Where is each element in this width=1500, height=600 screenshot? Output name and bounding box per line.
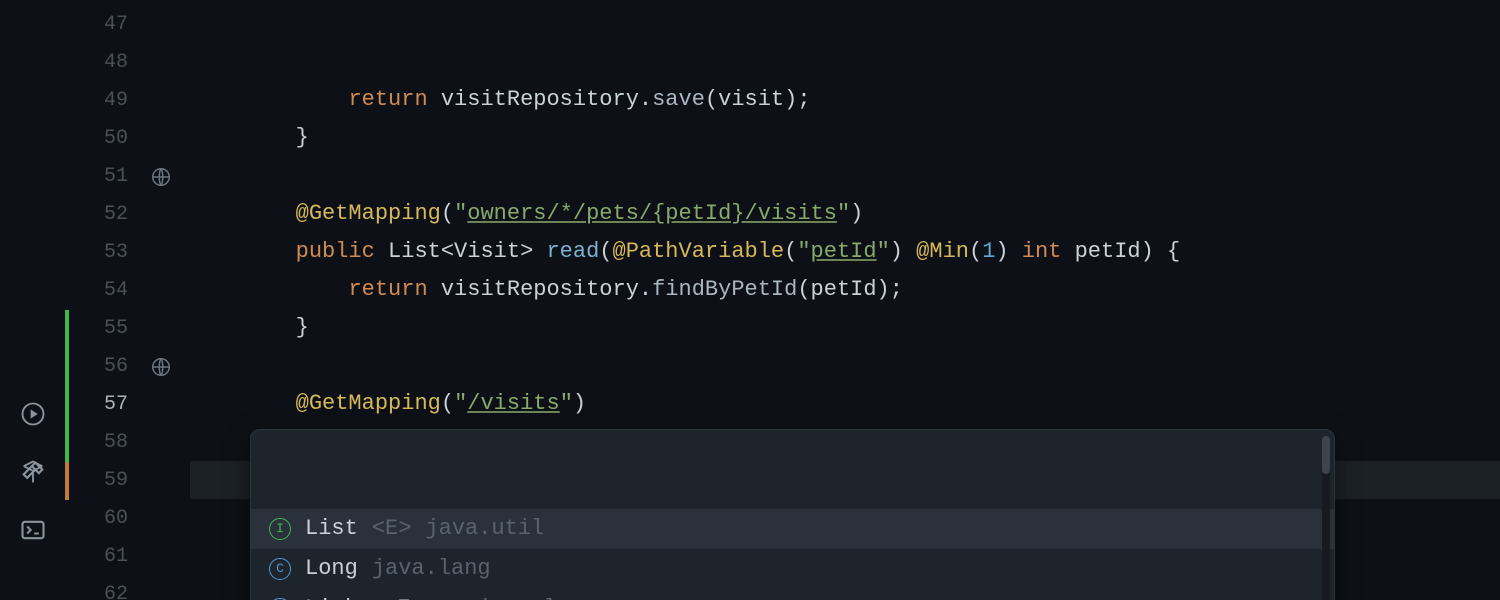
code-line[interactable]: return visitRepository.findByPetId(petId… <box>190 271 1500 309</box>
autocomplete-item[interactable]: I List <E> java.util <box>251 509 1334 549</box>
line-number-gutter: 47484950515253545556575859606162 <box>65 0 150 600</box>
code-line[interactable]: @GetMapping("owners/*/pets/{petId}/visit… <box>190 195 1500 233</box>
line-number[interactable]: 58 <box>65 424 150 462</box>
code-line[interactable]: return visitRepository.save(visit); <box>190 81 1500 119</box>
web-endpoint-icon[interactable] <box>150 166 172 188</box>
line-number[interactable]: 56 <box>65 348 150 386</box>
suggestion-name: List <box>305 509 358 549</box>
line-number[interactable]: 60 <box>65 500 150 538</box>
line-number[interactable]: 51 <box>65 158 150 196</box>
run-icon[interactable] <box>19 400 47 428</box>
line-number[interactable]: 62 <box>65 576 150 600</box>
hammer-icon[interactable] <box>19 458 47 486</box>
suggestion-package: java.lang <box>372 549 491 589</box>
tool-rail <box>0 0 65 600</box>
popup-scrollbar[interactable] <box>1322 436 1330 600</box>
class-icon: C <box>269 558 291 580</box>
autocomplete-item[interactable]: ⦿LinkageErrorjava.lang <box>251 589 1334 600</box>
code-line[interactable] <box>190 157 1500 195</box>
suggestion-package: java.lang <box>477 589 596 600</box>
line-number[interactable]: 48 <box>65 44 150 82</box>
line-number[interactable]: 57 <box>65 386 150 424</box>
line-number[interactable]: 61 <box>65 538 150 576</box>
line-number[interactable]: 53 <box>65 234 150 272</box>
code-line[interactable]: } <box>190 119 1500 157</box>
line-number[interactable]: 49 <box>65 82 150 120</box>
interface-icon: I <box>269 518 291 540</box>
line-number[interactable]: 47 <box>65 6 150 44</box>
code-line[interactable]: public List<Visit> read(@PathVariable("p… <box>190 233 1500 271</box>
line-number[interactable]: 50 <box>65 120 150 158</box>
line-number[interactable]: 55 <box>65 310 150 348</box>
code-editor[interactable]: return visitRepository.save(visit); } @G… <box>190 0 1500 600</box>
code-line[interactable]: } <box>190 309 1500 347</box>
line-number[interactable]: 52 <box>65 196 150 234</box>
autocomplete-popup[interactable]: IList<E>java.utilCLongjava.lang⦿LinkageE… <box>250 429 1335 600</box>
line-number[interactable]: 54 <box>65 272 150 310</box>
terminal-icon[interactable] <box>19 516 47 544</box>
autocomplete-item[interactable]: C Long java.lang <box>251 549 1334 589</box>
suggestion-generic: <E> <box>372 509 412 549</box>
suggestion-name: LinkageError <box>305 589 463 600</box>
suggestion-package: java.util <box>425 509 544 549</box>
line-number[interactable]: 59 <box>65 462 150 500</box>
icon-gutter <box>150 0 190 600</box>
code-line[interactable] <box>190 347 1500 385</box>
web-endpoint-icon[interactable] <box>150 356 172 378</box>
code-line[interactable]: @GetMapping("/visits") <box>190 385 1500 423</box>
popup-scrollbar-thumb[interactable] <box>1322 436 1330 474</box>
suggestion-name: Long <box>305 549 358 589</box>
